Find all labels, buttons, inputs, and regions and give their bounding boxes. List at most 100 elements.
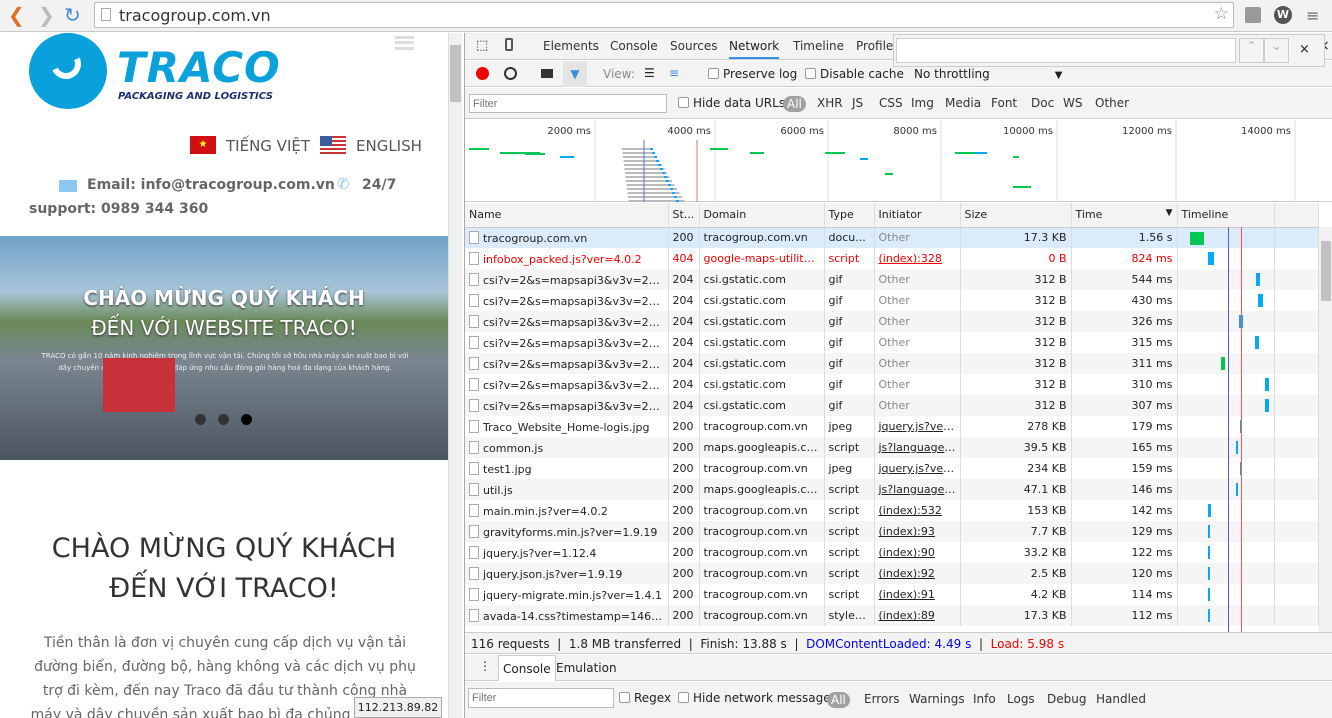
request-name[interactable]: tracogroup.com.vn <box>465 227 669 248</box>
request-initiator[interactable]: (index):93 <box>874 521 961 542</box>
table-row[interactable]: jquery-migrate.min.js?ver=1.4.1 200 trac… <box>465 584 1319 605</box>
extension-icon[interactable] <box>1245 7 1261 23</box>
table-row[interactable]: Traco_Website_Home-logis.jpg 200 tracogr… <box>465 416 1319 437</box>
request-name[interactable]: csi?v=2&s=mapsapi3&v3v=25.7&... <box>465 269 669 290</box>
table-row[interactable]: csi?v=2&s=mapsapi3&v3v=25.7&... 204 csi.… <box>465 311 1319 332</box>
table-row[interactable]: csi?v=2&s=mapsapi3&v3v=25.7&... 204 csi.… <box>465 332 1319 353</box>
tab-timeline[interactable]: Timeline <box>793 39 844 53</box>
request-initiator[interactable]: jquery.js?ver... <box>874 416 961 437</box>
table-row[interactable]: util.js 200 maps.googleapis.com script j… <box>465 479 1319 500</box>
column-header-4[interactable]: Initiator <box>874 203 961 228</box>
tab-profile[interactable]: Profile <box>856 39 893 53</box>
table-scrollbar[interactable] <box>1319 227 1332 633</box>
console-level-warnings[interactable]: Warnings <box>909 692 965 706</box>
request-name[interactable]: jquery-migrate.min.js?ver=1.4.1 <box>465 584 669 605</box>
slider-dot-2[interactable] <box>218 414 229 425</box>
request-name[interactable]: avada-14.css?timestamp=146762... <box>465 605 669 626</box>
regex-checkbox[interactable]: Regex <box>619 691 671 705</box>
console-level-handled[interactable]: Handled <box>1096 692 1146 706</box>
filter-type-css[interactable]: CSS <box>879 96 903 110</box>
request-name[interactable]: gravityforms.min.js?ver=1.9.19 <box>465 521 669 542</box>
request-name[interactable]: Traco_Website_Home-logis.jpg <box>465 416 669 437</box>
request-initiator[interactable]: (index):91 <box>874 584 961 605</box>
console-filter-input[interactable] <box>468 688 614 708</box>
request-initiator[interactable]: (index):89 <box>874 605 961 626</box>
menu-icon[interactable]: ≡ <box>1306 6 1319 25</box>
filter-icon[interactable]: ▼ <box>563 61 587 87</box>
inspect-element-icon[interactable]: ⬚ <box>476 38 488 53</box>
throttling-select[interactable]: No throttling ▼ <box>914 67 1062 81</box>
search-prev-icon[interactable]: ⌃ <box>1239 38 1264 63</box>
hero-slider[interactable]: CHÀO MỪNG QUÝ KHÁCH ĐẾN VỚI WEBSITE TRAC… <box>0 236 448 460</box>
overview-icon[interactable]: ≡ <box>669 66 679 80</box>
search-input[interactable] <box>896 38 1236 63</box>
forward-icon[interactable]: ❯ <box>38 4 55 26</box>
console-level-debug[interactable]: Debug <box>1047 692 1086 706</box>
tab-elements[interactable]: Elements <box>543 39 599 53</box>
filter-type-media[interactable]: Media <box>945 96 981 110</box>
filter-input[interactable] <box>469 94 667 113</box>
table-row[interactable]: csi?v=2&s=mapsapi3&v3v=25.7&... 204 csi.… <box>465 353 1319 374</box>
filter-type-js[interactable]: JS <box>852 96 863 110</box>
hide-data-urls-checkbox[interactable]: Hide data URLs <box>678 96 785 110</box>
large-rows-icon[interactable]: ☰ <box>644 66 655 80</box>
column-header-0[interactable]: Name <box>465 203 669 228</box>
hamburger-menu-icon[interactable] <box>395 36 414 50</box>
filter-type-xhr[interactable]: XHR <box>817 96 843 110</box>
request-name[interactable]: util.js <box>465 479 669 500</box>
device-mode-icon[interactable] <box>505 38 513 51</box>
request-name[interactable]: csi?v=2&s=mapsapi3&v3v=25.7&... <box>465 332 669 353</box>
us-flag-icon[interactable] <box>320 136 346 154</box>
column-header-3[interactable]: Type <box>824 203 875 228</box>
tab-sources[interactable]: Sources <box>670 39 717 53</box>
column-header-7[interactable]: Timeline <box>1177 203 1275 228</box>
table-row[interactable]: csi?v=2&s=mapsapi3&v3v=25.7&... 204 csi.… <box>465 290 1319 311</box>
vietnam-flag-icon[interactable]: ★ <box>190 136 216 154</box>
request-name[interactable]: common.js <box>465 437 669 458</box>
request-name[interactable]: csi?v=2&s=mapsapi3&v3v=25.7&... <box>465 311 669 332</box>
email-text[interactable]: Email: info@tracogroup.com.vn <box>87 177 335 193</box>
wordpress-icon[interactable]: W <box>1274 6 1292 24</box>
table-row[interactable]: tracogroup.com.vn 200 tracogroup.com.vn … <box>465 227 1319 248</box>
filter-type-font[interactable]: Font <box>991 96 1017 110</box>
hide-network-checkbox[interactable]: Hide network messages <box>678 691 837 705</box>
drawer-tab-console[interactable]: Console <box>498 655 556 681</box>
disable-cache-checkbox[interactable]: Disable cache <box>805 67 904 81</box>
table-row[interactable]: jquery.json.js?ver=1.9.19 200 tracogroup… <box>465 563 1319 584</box>
table-row[interactable]: infobox_packed.js?ver=4.0.2 404 google-m… <box>465 248 1319 269</box>
console-level-logs[interactable]: Logs <box>1007 692 1035 706</box>
screenshot-icon[interactable] <box>541 69 553 78</box>
filter-type-other[interactable]: Other <box>1095 96 1129 110</box>
preserve-log-checkbox[interactable]: Preserve log <box>708 67 797 81</box>
console-level-all[interactable]: All <box>827 692 850 708</box>
filter-type-ws[interactable]: WS <box>1063 96 1082 110</box>
request-initiator[interactable]: (index):90 <box>874 542 961 563</box>
record-icon[interactable] <box>476 67 489 80</box>
back-icon[interactable]: ❮ <box>8 4 25 26</box>
filter-type-all[interactable]: All <box>783 96 806 112</box>
request-initiator[interactable]: js?language=... <box>874 437 961 458</box>
request-initiator[interactable]: (index):532 <box>874 500 961 521</box>
request-name[interactable]: jquery.js?ver=1.12.4 <box>465 542 669 563</box>
slider-dot-1[interactable] <box>195 414 206 425</box>
request-initiator[interactable]: jquery.js?ver... <box>874 458 961 479</box>
column-header-6[interactable]: Time ▼ <box>1071 203 1178 228</box>
reload-icon[interactable]: ↻ <box>64 4 81 26</box>
column-header-5[interactable]: Size <box>960 203 1072 228</box>
request-name[interactable]: jquery.json.js?ver=1.9.19 <box>465 563 669 584</box>
table-row[interactable]: test1.jpg 200 tracogroup.com.vn jpeg jqu… <box>465 458 1319 479</box>
lang-english-link[interactable]: ENGLISH <box>356 137 422 155</box>
request-name[interactable]: csi?v=2&s=mapsapi3&v3v=25.7&... <box>465 353 669 374</box>
request-name[interactable]: main.min.js?ver=4.0.2 <box>465 500 669 521</box>
bookmark-star-icon[interactable]: ☆ <box>1214 4 1229 24</box>
request-name[interactable]: csi?v=2&s=mapsapi3&v3v=25.7&... <box>465 395 669 416</box>
address-bar[interactable]: tracogroup.com.vn ☆ <box>94 2 1234 28</box>
column-header-2[interactable]: Domain <box>699 203 825 228</box>
table-row[interactable]: gravityforms.min.js?ver=1.9.19 200 traco… <box>465 521 1319 542</box>
column-header-1[interactable]: St... <box>668 203 700 228</box>
console-level-info[interactable]: Info <box>973 692 996 706</box>
drawer-menu-icon[interactable]: ⋮ <box>479 659 491 673</box>
request-name[interactable]: test1.jpg <box>465 458 669 479</box>
table-row[interactable]: avada-14.css?timestamp=146762... 200 tra… <box>465 605 1319 626</box>
table-row[interactable]: main.min.js?ver=4.0.2 200 tracogroup.com… <box>465 500 1319 521</box>
